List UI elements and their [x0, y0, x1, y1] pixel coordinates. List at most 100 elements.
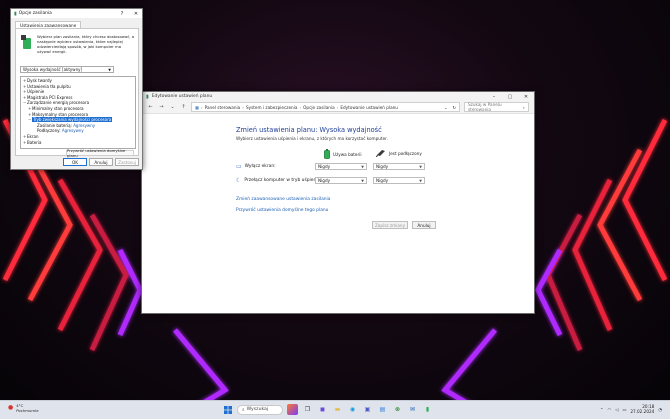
- clock[interactable]: 20:18 27.02.2024: [630, 404, 654, 414]
- system-tray: ⌃ ◠ ◁ ▭ 20:18 27.02.2024 ◔: [600, 404, 662, 414]
- page-title: Zmień ustawienia planu: Wysoka wydajność: [236, 126, 382, 134]
- back-arrow-icon[interactable]: ←: [147, 104, 154, 110]
- cancel-button[interactable]: Anuluj: [89, 158, 113, 166]
- speaker-icon[interactable]: ◁: [615, 407, 618, 412]
- power-options-icon: ▮: [146, 93, 149, 100]
- power-plan-icon: [21, 35, 31, 49]
- tree-item[interactable]: +Maksymalny stan procesora: [28, 112, 88, 117]
- date: 27.02.2024: [630, 409, 655, 414]
- power-icon[interactable]: ▮: [422, 404, 433, 415]
- plan-select[interactable]: Wysoka wydajność [aktywny] ▼: [20, 66, 114, 73]
- taskbar-apps: ⌕ Wyszukaj ❐ ◼ ▬ ◉ ▣ ▤ ⊗ ✉ ▮: [222, 404, 433, 415]
- tree-item-selected[interactable]: − Tryb zwiększania wydajności procesora: [28, 117, 113, 123]
- address-dropdown-icon[interactable]: ⌄: [444, 105, 451, 110]
- chevron-down-icon: ▼: [361, 178, 364, 183]
- dialog-description: Wybierz plan zasilania, który chcesz dos…: [37, 34, 135, 54]
- restore-plan-defaults-button[interactable]: Przywróć ustawienia domyślne planu: [66, 148, 134, 158]
- control-panel-icon: ▦: [195, 104, 199, 110]
- address-bar[interactable]: ▦ › Panel sterowania › System i zabezpie…: [191, 102, 460, 112]
- navigation-bar: ← → ⌄ ↑ ▦ › Panel sterowania › System i …: [142, 101, 534, 114]
- search-input[interactable]: Szukaj w Panelu sterowania: [468, 102, 523, 112]
- maximize-icon[interactable]: ▢: [502, 94, 518, 100]
- dialog-title: Opcje zasilania: [18, 11, 52, 16]
- breadcrumb-item[interactable]: System i zabezpieczenia: [246, 105, 298, 110]
- control-panel-search[interactable]: Szukaj w Panelu sterowania ⌕: [464, 102, 529, 112]
- chevron-down-icon: ▼: [361, 164, 364, 169]
- page-description: Wybierz ustawienia uśpienia i ekranu, z …: [236, 136, 388, 141]
- weather-widget[interactable]: ● 4°C Pochmurnie: [8, 403, 39, 413]
- close-icon[interactable]: ✕: [130, 11, 142, 17]
- tree-item[interactable]: Podłączony: Agresywny: [37, 128, 84, 133]
- breadcrumb-item[interactable]: Opcje zasilania: [303, 105, 335, 110]
- apply-button[interactable]: Zastosuj: [115, 158, 139, 166]
- row-turn-off-display: ▭ Wyłącz ekran:: [236, 163, 276, 170]
- wifi-icon[interactable]: ◠: [608, 407, 612, 412]
- chevron-down-icon: ▼: [108, 67, 111, 72]
- tree-item[interactable]: +Magistrala PCI Express: [23, 95, 72, 100]
- taskbar: ● 4°C Pochmurnie ⌕ Wyszukaj ❐ ◼ ▬ ◉ ▣ ▤ …: [0, 400, 670, 419]
- forward-arrow-icon[interactable]: →: [158, 104, 165, 110]
- monitor-icon: ▭: [236, 163, 242, 170]
- power-plug-icon: [376, 150, 385, 157]
- tree-item[interactable]: +Uśpienie: [23, 89, 44, 94]
- advanced-settings-link[interactable]: Zmień zaawansowane ustawienia zasilania: [236, 197, 330, 202]
- weather-description: Pochmurnie: [16, 407, 39, 413]
- chevron-up-icon[interactable]: ⌃: [600, 407, 604, 412]
- chevron-down-icon: ▼: [419, 164, 422, 169]
- weather-alert-icon: ●: [8, 404, 14, 412]
- tree-item[interactable]: +Dysk twardy: [23, 78, 52, 83]
- sleep-plugged-select[interactable]: Nigdy ▼: [373, 177, 425, 184]
- column-header-battery: Używa baterii: [324, 149, 362, 159]
- help-icon[interactable]: ?: [116, 11, 128, 17]
- tree-item[interactable]: +Ekran: [23, 134, 38, 139]
- cancel-button[interactable]: Anuluj: [412, 221, 436, 229]
- breadcrumb-item[interactable]: Panel sterowania: [205, 105, 241, 110]
- tree-item[interactable]: +Bateria: [23, 140, 41, 145]
- moon-icon: ☾: [236, 177, 242, 184]
- column-header-plugged: Jest podłączony: [376, 149, 422, 157]
- refresh-icon[interactable]: ↻: [452, 105, 459, 110]
- tree-item[interactable]: +Ustawienia tła pulpitu: [23, 84, 71, 89]
- chevron-down-icon: ▼: [419, 178, 422, 183]
- mail-icon[interactable]: ✉: [407, 404, 418, 415]
- control-panel-titlebar[interactable]: ▮ Edytowanie ustawień planu – ▢ ✕: [142, 92, 534, 101]
- tree-item[interactable]: Zasilanie baterią: Agresywny: [37, 123, 95, 128]
- store-icon[interactable]: ▤: [377, 404, 388, 415]
- display-battery-select[interactable]: Nigdy ▼: [315, 163, 367, 170]
- task-view-icon[interactable]: ❐: [302, 404, 313, 415]
- window-title: Edytowanie ustawień planu: [151, 94, 213, 99]
- restore-defaults-link[interactable]: Przywróć ustawienia domyślne tego planu: [236, 208, 328, 213]
- power-options-dialog: ▮ Opcje zasilania ? ✕ Ustawienia zaawans…: [10, 8, 143, 170]
- search-icon: ⌕: [522, 104, 525, 110]
- recent-chevron-icon[interactable]: ⌄: [169, 104, 176, 110]
- display-plugged-select[interactable]: Nigdy ▼: [373, 163, 425, 170]
- row-sleep: ☾ Przełącz komputer w tryb uśpienia:: [236, 177, 322, 184]
- control-panel-window: ▮ Edytowanie ustawień planu – ▢ ✕ ← → ⌄ …: [141, 91, 535, 314]
- dialog-titlebar[interactable]: ▮ Opcje zasilania ? ✕: [11, 9, 142, 18]
- battery-icon: [324, 149, 330, 159]
- taskbar-search[interactable]: ⌕ Wyszukaj: [237, 404, 283, 415]
- battery-icon[interactable]: ▭: [622, 407, 626, 412]
- widgets-icon[interactable]: [287, 404, 298, 415]
- file-explorer-icon[interactable]: ▬: [332, 404, 343, 415]
- plan-settings-panel: Zmień ustawienia planu: Wysoka wydajność…: [142, 114, 534, 312]
- close-icon[interactable]: ✕: [518, 94, 534, 100]
- xbox-icon[interactable]: ⊗: [392, 404, 403, 415]
- settings-tree[interactable]: +Dysk twardy +Ustawienia tła pulpitu +Uś…: [20, 76, 136, 149]
- search-icon: ⌕: [242, 407, 245, 413]
- teams-icon[interactable]: ▣: [362, 404, 373, 415]
- tree-item[interactable]: −Zarządzanie energią procesora: [23, 100, 89, 105]
- advanced-settings-panel: Wybierz plan zasilania, który chcesz dos…: [15, 28, 139, 158]
- save-changes-button[interactable]: Zapisz zmiany: [372, 221, 408, 229]
- ok-button[interactable]: OK: [63, 158, 87, 166]
- breadcrumb-item[interactable]: Edytowanie ustawień planu: [340, 105, 398, 110]
- edge-icon[interactable]: ◉: [347, 404, 358, 415]
- up-arrow-icon[interactable]: ↑: [180, 104, 187, 110]
- taskbar-search-input[interactable]: Wyszukaj: [247, 407, 269, 412]
- chat-icon[interactable]: ◼: [317, 404, 328, 415]
- tree-item[interactable]: +Minimalny stan procesora: [28, 106, 84, 111]
- windows-start-icon[interactable]: [222, 404, 233, 415]
- minimize-icon[interactable]: –: [486, 94, 502, 100]
- notifications-icon[interactable]: ◔: [658, 407, 662, 412]
- sleep-battery-select[interactable]: Nigdy ▼: [315, 177, 367, 184]
